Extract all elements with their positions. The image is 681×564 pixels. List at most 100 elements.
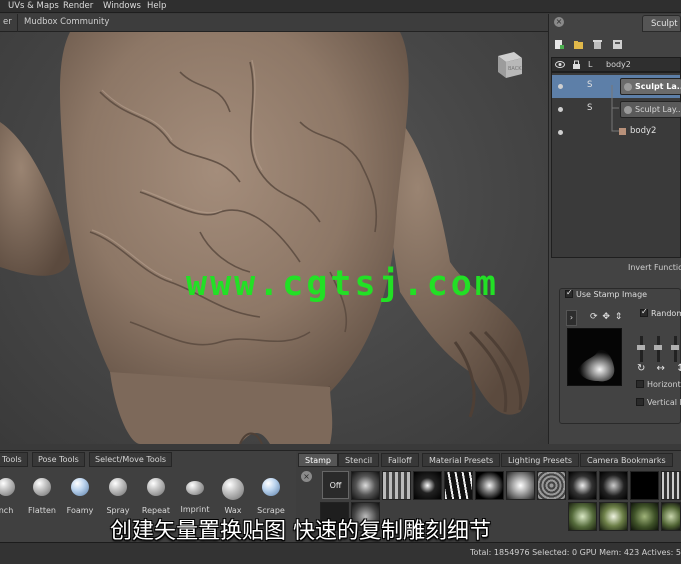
stamp-slider-2-knob[interactable] bbox=[654, 345, 662, 350]
lock-icon bbox=[573, 60, 580, 69]
stamp-preview-graphic bbox=[568, 329, 621, 385]
tab-stamp[interactable]: Stamp bbox=[298, 453, 338, 467]
visibility-dot-icon[interactable] bbox=[558, 84, 563, 89]
panel-close-button[interactable]: × bbox=[554, 17, 564, 27]
tree-connector bbox=[611, 85, 619, 132]
tab-camera-bookmarks[interactable]: Camera Bookmarks bbox=[580, 453, 673, 467]
vertical-flip-checkbox[interactable]: Vertical F bbox=[636, 398, 681, 407]
tab-lighting-presets[interactable]: Lighting Presets bbox=[501, 453, 579, 467]
checkbox-checked[interactable] bbox=[640, 307, 648, 317]
header-col-l: L bbox=[588, 60, 593, 69]
layer-flag: S bbox=[587, 103, 593, 113]
horizontal-label: Horizont bbox=[647, 380, 681, 389]
new-layer-icon[interactable] bbox=[554, 39, 565, 50]
stamp-thumbnail[interactable] bbox=[537, 471, 566, 500]
layer-chip: Sculpt Lay... bbox=[620, 101, 681, 118]
tool-label: Foamy bbox=[66, 506, 94, 515]
tab-select-move-tools[interactable]: Select/Move Tools bbox=[89, 452, 173, 467]
stamp-thumbnail[interactable] bbox=[475, 471, 504, 500]
scrape-tool-icon bbox=[262, 478, 280, 496]
stamp-thumbnail[interactable] bbox=[568, 471, 597, 500]
vertical-label: Vertical F bbox=[647, 398, 681, 407]
tool-label: Flatten bbox=[28, 506, 56, 515]
tool-imprint[interactable]: Imprint bbox=[178, 478, 212, 514]
tool-scrape[interactable]: Scrape bbox=[254, 478, 288, 515]
stamp-thumbnail[interactable] bbox=[630, 471, 659, 500]
sculpt-layer-icon bbox=[624, 83, 632, 91]
tab-stencil[interactable]: Stencil bbox=[338, 453, 380, 467]
tool-label: nch bbox=[0, 506, 14, 515]
visibility-dot-icon[interactable] bbox=[558, 130, 563, 135]
layer-name: body2 bbox=[630, 126, 657, 136]
spray-tool-icon bbox=[109, 478, 127, 496]
checkbox-checked[interactable] bbox=[565, 288, 573, 298]
folder-icon[interactable] bbox=[573, 39, 584, 50]
stamp-thumbnail[interactable] bbox=[351, 471, 380, 500]
pinch-tool-icon bbox=[0, 478, 15, 496]
flatten-tool-icon bbox=[33, 478, 51, 496]
horizontal-flip-checkbox[interactable]: Horizont bbox=[636, 380, 681, 389]
tab-material-presets[interactable]: Material Presets bbox=[422, 453, 501, 467]
menu-bar: UVs & Maps Render Windows Help bbox=[0, 0, 681, 13]
use-stamp-label: Use Stamp Image bbox=[576, 290, 648, 299]
stamp-slider-3-knob[interactable] bbox=[671, 345, 679, 350]
tab-mudbox-community[interactable]: Mudbox Community bbox=[17, 14, 115, 32]
tool-pinch[interactable]: nch bbox=[0, 478, 23, 515]
watermark-text: www.cgtsj.com bbox=[186, 264, 499, 304]
layer-flag: S bbox=[587, 80, 593, 90]
stamp-thumbnail[interactable] bbox=[444, 471, 473, 500]
tool-flatten[interactable]: Flatten bbox=[25, 478, 59, 515]
tool-repeat[interactable]: Repeat bbox=[139, 478, 173, 515]
tray-close-button[interactable]: × bbox=[301, 471, 312, 482]
foamy-tool-icon bbox=[71, 478, 89, 496]
layer-toolbar bbox=[551, 36, 681, 54]
tool-spray[interactable]: Spray bbox=[101, 478, 135, 515]
sculpt-layer-icon bbox=[624, 106, 632, 114]
tab-sculpt[interactable]: Sculpt bbox=[642, 15, 681, 32]
tab-pose-tools[interactable]: Pose Tools bbox=[32, 452, 85, 467]
tool-foamy[interactable]: Foamy bbox=[63, 478, 97, 515]
layer-options-icon[interactable] bbox=[612, 39, 623, 50]
sculpt-model bbox=[0, 32, 530, 444]
stamp-thumbnail[interactable] bbox=[599, 471, 628, 500]
random-checkbox[interactable]: Random bbox=[640, 307, 681, 318]
stamp-expand-button[interactable]: › bbox=[566, 310, 577, 326]
menu-help[interactable]: Help bbox=[147, 1, 166, 11]
stamp-rotate-flip-icons[interactable]: ↻ ↔ ↕ bbox=[637, 363, 681, 374]
menu-render[interactable]: Render bbox=[63, 1, 93, 11]
stamp-thumbnail[interactable] bbox=[382, 471, 411, 500]
layer-header: L body2 bbox=[551, 57, 681, 72]
stamp-thumbnail[interactable] bbox=[661, 502, 681, 531]
3d-viewport[interactable]: BACK www.cgtsj.com bbox=[0, 32, 548, 444]
random-label: Random bbox=[651, 309, 681, 318]
tab-falloff[interactable]: Falloff bbox=[381, 453, 419, 467]
stamp-transform-icons[interactable]: ⟳ ✥ ⇕ bbox=[590, 312, 623, 322]
stamp-preview-image[interactable] bbox=[567, 328, 622, 386]
imprint-tool-icon bbox=[186, 481, 204, 495]
view-cube-icon: BACK bbox=[498, 52, 522, 78]
visibility-dot-icon[interactable] bbox=[558, 107, 563, 112]
layer-name: Sculpt La... bbox=[635, 82, 681, 91]
stamp-thumbnail[interactable] bbox=[630, 502, 659, 531]
delete-layer-icon[interactable] bbox=[592, 39, 603, 50]
visibility-eye-icon bbox=[555, 61, 565, 68]
stamp-thumbnail[interactable] bbox=[661, 471, 681, 500]
menu-windows[interactable]: Windows bbox=[103, 1, 141, 11]
view-cube-label: BACK bbox=[508, 66, 522, 72]
tool-wax[interactable]: Wax bbox=[216, 478, 250, 515]
view-cube[interactable]: BACK bbox=[494, 48, 526, 80]
checkbox-unchecked[interactable] bbox=[636, 398, 644, 406]
stamp-off-button[interactable]: Off bbox=[322, 471, 349, 499]
stamp-thumbnail[interactable] bbox=[568, 502, 597, 531]
checkbox-unchecked[interactable] bbox=[636, 380, 644, 388]
tab-sculpt-tools[interactable]: Tools bbox=[0, 452, 28, 467]
menu-uvs-maps[interactable]: UVs & Maps bbox=[8, 1, 59, 11]
tab-partial[interactable]: er bbox=[0, 14, 18, 32]
stamp-thumbnail[interactable] bbox=[506, 471, 535, 500]
stamp-thumbnail[interactable] bbox=[413, 471, 442, 500]
stamp-thumbnail[interactable] bbox=[599, 502, 628, 531]
use-stamp-image-checkbox[interactable]: Use Stamp Image bbox=[565, 288, 648, 299]
repeat-tool-icon bbox=[147, 478, 165, 496]
status-text: Total: 1854976 Selected: 0 GPU Mem: 423 … bbox=[470, 548, 681, 557]
stamp-slider-1-knob[interactable] bbox=[637, 345, 645, 350]
